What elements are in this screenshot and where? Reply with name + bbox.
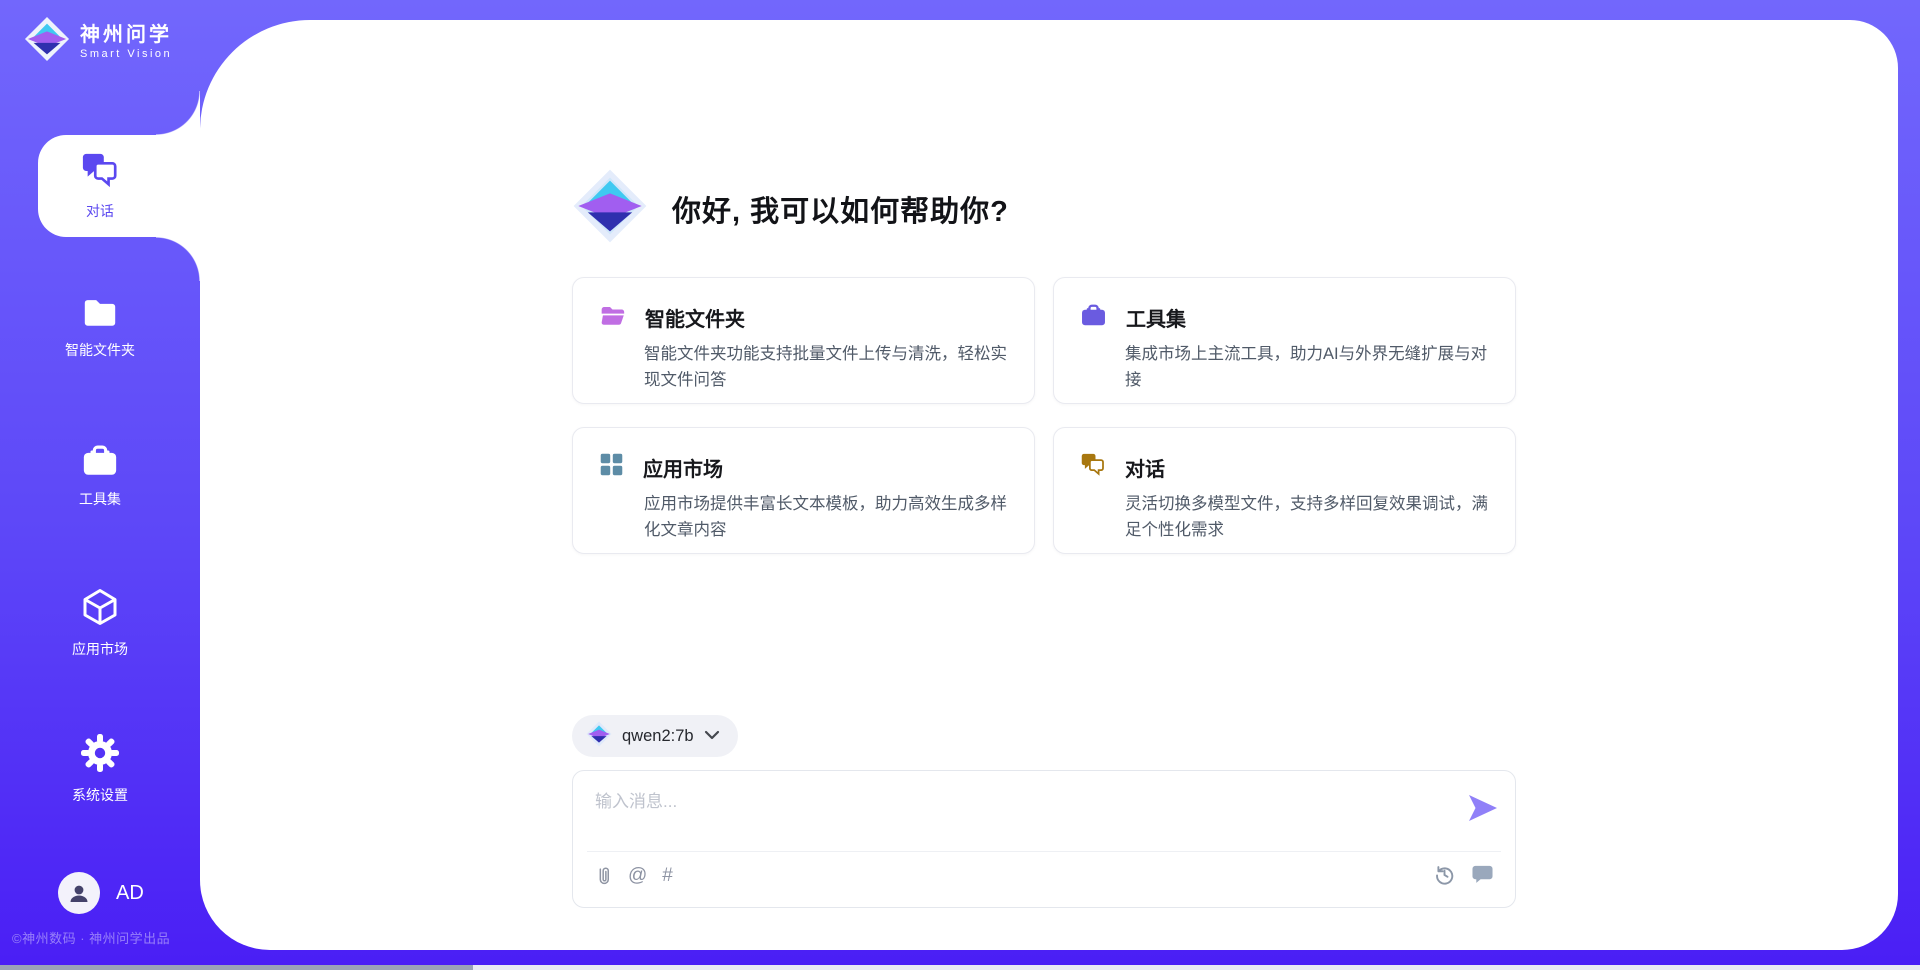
- model-logo-diamond-icon: [586, 721, 612, 752]
- feature-cards: 智能文件夹 智能文件夹功能支持批量文件上传与清洗，轻松实现文件问答 工具集 集成…: [572, 277, 1516, 554]
- open-folder-icon: [599, 302, 626, 332]
- chat-bubbles-icon: [1080, 452, 1106, 482]
- copyright-footer: ©神州数码 · 神州问学出品: [12, 928, 200, 947]
- comment-icon: [1471, 864, 1494, 885]
- paperclip-icon: [594, 864, 613, 887]
- main-panel: 你好, 我可以如何帮助你? 智能文件夹 智能文件夹功能支持批量文件上传与清洗，轻…: [200, 20, 1898, 950]
- tab-curve-top: [156, 91, 200, 135]
- toolbox-icon: [81, 442, 119, 480]
- hash-icon: #: [662, 866, 673, 885]
- greeting-title: 你好, 我可以如何帮助你?: [672, 188, 1009, 230]
- sidebar-item-smart-folder[interactable]: 智能文件夹: [0, 295, 200, 360]
- history-button[interactable]: [1434, 864, 1455, 885]
- brand-subtitle: Smart Vision: [80, 48, 172, 60]
- card-desc: 集成市场上主流工具，助力AI与外界无缝扩展与对接: [1125, 342, 1491, 393]
- brand-logo-diamond-icon: [24, 16, 70, 67]
- tab-curve-bottom: [156, 237, 200, 281]
- sidebar-item-toolset[interactable]: 工具集: [0, 442, 200, 509]
- model-name: qwen2:7b: [622, 727, 694, 746]
- app-logo-diamond-icon: [572, 168, 648, 249]
- comments-button[interactable]: [1471, 864, 1494, 885]
- user-icon: [67, 881, 91, 905]
- at-mention-button[interactable]: @: [628, 866, 647, 885]
- cube-icon: [80, 587, 120, 630]
- at-icon: @: [628, 866, 647, 885]
- sidebar-item-chat[interactable]: 对话: [38, 135, 200, 237]
- card-title: 应用市场: [643, 453, 723, 482]
- model-selector[interactable]: qwen2:7b: [572, 715, 738, 757]
- avatar: [58, 872, 100, 914]
- gear-icon: [80, 733, 120, 776]
- chevron-down-icon: [704, 727, 720, 745]
- card-desc: 灵活切换多模型文件，支持多样回复效果调试，满足个性化需求: [1125, 492, 1491, 543]
- hashtag-button[interactable]: #: [662, 866, 673, 885]
- history-icon: [1434, 864, 1455, 885]
- message-input[interactable]: [595, 787, 1455, 845]
- sidebar-item-label: 智能文件夹: [65, 340, 135, 360]
- card-title: 智能文件夹: [645, 303, 745, 332]
- chat-icon: [81, 151, 119, 194]
- sidebar-item-settings[interactable]: 系统设置: [0, 733, 200, 805]
- card-title: 对话: [1125, 453, 1165, 482]
- card-desc: 智能文件夹功能支持批量文件上传与清洗，轻松实现文件问答: [644, 342, 1010, 393]
- toolbox-icon: [1080, 302, 1107, 332]
- brand-name: 神州问学: [80, 24, 172, 46]
- card-chat[interactable]: 对话 灵活切换多模型文件，支持多样回复效果调试，满足个性化需求: [1053, 427, 1516, 554]
- card-desc: 应用市场提供丰富长文本模板，助力高效生成多样化文章内容: [644, 492, 1010, 543]
- send-button[interactable]: [1467, 793, 1499, 823]
- brand: 神州问学 Smart Vision: [24, 16, 172, 67]
- attach-file-button[interactable]: [594, 864, 613, 887]
- send-icon: [1467, 793, 1499, 823]
- message-composer: @ #: [572, 770, 1516, 908]
- sidebar: 神州问学 Smart Vision 对话 智能文件夹: [0, 0, 200, 970]
- sidebar-item-app-market[interactable]: 应用市场: [0, 587, 200, 659]
- user-initials: AD: [116, 882, 144, 905]
- sidebar-item-label: 工具集: [79, 489, 121, 509]
- grid-icon: [599, 452, 624, 482]
- card-toolset[interactable]: 工具集 集成市场上主流工具，助力AI与外界无缝扩展与对接: [1053, 277, 1516, 404]
- user-profile[interactable]: AD: [58, 872, 144, 914]
- greeting-block: 你好, 我可以如何帮助你?: [572, 168, 1009, 249]
- bottom-edge-strip-dark: [0, 965, 473, 970]
- folder-icon: [81, 295, 119, 331]
- card-title: 工具集: [1126, 303, 1186, 332]
- card-smart-folder[interactable]: 智能文件夹 智能文件夹功能支持批量文件上传与清洗，轻松实现文件问答: [572, 277, 1035, 404]
- sidebar-item-label: 对话: [86, 201, 114, 221]
- sidebar-item-label: 应用市场: [72, 639, 128, 659]
- composer-divider: [587, 851, 1501, 852]
- sidebar-item-label: 系统设置: [72, 785, 128, 805]
- card-app-market[interactable]: 应用市场 应用市场提供丰富长文本模板，助力高效生成多样化文章内容: [572, 427, 1035, 554]
